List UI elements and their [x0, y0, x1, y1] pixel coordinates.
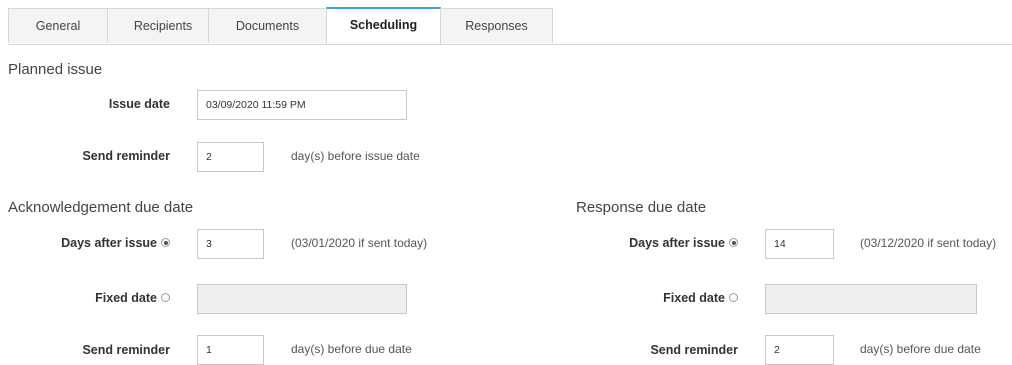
- resp-fixed-date-radio[interactable]: [729, 293, 738, 303]
- planned-send-reminder-input[interactable]: [197, 142, 264, 172]
- ack-days-after-label: Days after issue: [61, 236, 157, 250]
- tab-bar: General Recipients Documents Scheduling …: [8, 7, 1012, 45]
- ack-fixed-date-radio[interactable]: [161, 293, 170, 303]
- ack-fixed-date-field[interactable]: [197, 284, 407, 314]
- ack-days-after-radio[interactable]: [161, 238, 170, 248]
- resp-days-after-radio[interactable]: [729, 238, 738, 248]
- resp-fixed-date-label: Fixed date: [663, 291, 725, 305]
- resp-fixed-date-field[interactable]: [765, 284, 977, 314]
- response-heading: Response due date: [576, 199, 707, 216]
- planned-send-reminder-label: Send reminder: [82, 149, 170, 163]
- tab-scheduling[interactable]: Scheduling: [326, 7, 441, 44]
- tab-recipients[interactable]: Recipients: [107, 8, 219, 43]
- tab-general[interactable]: General: [8, 8, 108, 43]
- resp-send-reminder-hint: day(s) before due date: [860, 342, 981, 356]
- resp-days-after-hint: (03/12/2020 if sent today): [860, 236, 997, 250]
- ack-days-after-input[interactable]: [197, 229, 264, 259]
- planned-send-reminder-hint: day(s) before issue date: [291, 149, 420, 163]
- resp-send-reminder-input[interactable]: [765, 335, 834, 365]
- resp-send-reminder-label: Send reminder: [650, 343, 738, 357]
- ack-send-reminder-input[interactable]: [197, 335, 264, 365]
- issue-date-field[interactable]: [197, 90, 407, 120]
- tab-documents[interactable]: Documents: [208, 8, 327, 43]
- ack-send-reminder-label: Send reminder: [82, 343, 170, 357]
- ack-days-after-row-label: Days after issue: [20, 236, 170, 250]
- ack-fixed-date-row-label: Fixed date: [20, 291, 170, 305]
- ack-send-reminder-hint: day(s) before due date: [291, 342, 412, 356]
- ack-fixed-date-label: Fixed date: [95, 291, 157, 305]
- ack-days-after-hint: (03/01/2020 if sent today): [291, 236, 428, 250]
- resp-days-after-row-label: Days after issue: [586, 236, 738, 250]
- acknowledgement-heading: Acknowledgement due date: [8, 199, 194, 216]
- tab-responses[interactable]: Responses: [440, 8, 553, 43]
- planned-issue-heading: Planned issue: [8, 61, 103, 78]
- resp-days-after-input[interactable]: [765, 229, 834, 259]
- resp-fixed-date-row-label: Fixed date: [586, 291, 738, 305]
- issue-date-label: Issue date: [108, 97, 170, 111]
- resp-days-after-label: Days after issue: [629, 236, 725, 250]
